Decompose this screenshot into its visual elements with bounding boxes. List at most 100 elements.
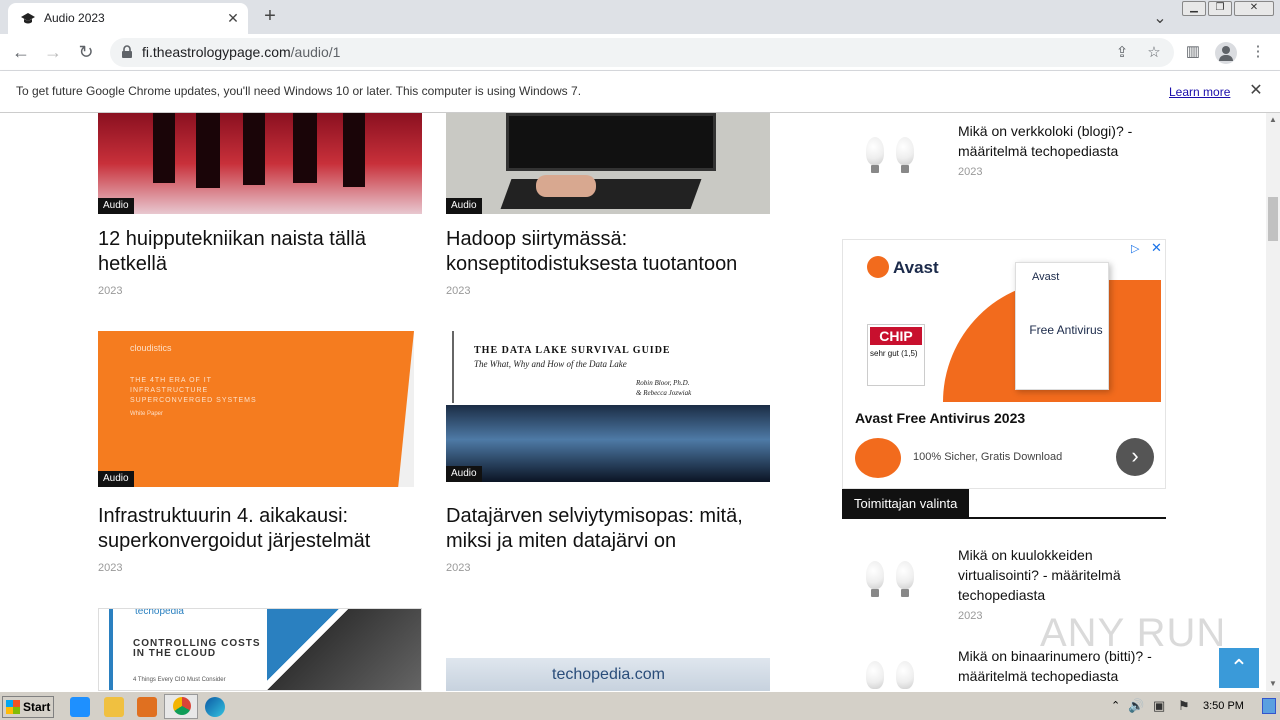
restore-button[interactable]: ❐ [1208, 1, 1232, 16]
article-year-3: 2023 [98, 562, 123, 574]
learn-more-link[interactable]: Learn more [1169, 85, 1230, 99]
start-button[interactable]: Start [2, 696, 54, 718]
address-bar[interactable]: fi.theastrologypage.com/audio/1 ⇪ ☆ [110, 38, 1174, 67]
techopedia-banner-logo: techopedia.com [552, 666, 665, 683]
menu-kebab-icon[interactable]: ⋮ [1248, 42, 1268, 62]
techopedia-small-logo: techopedia [135, 608, 184, 617]
editors-choice-header: Toimittajan valinta [842, 489, 1166, 519]
watermark-text: ANY RUN [1040, 611, 1227, 655]
url-path: /audio/1 [290, 44, 341, 60]
monitor-image [506, 113, 716, 171]
tray-expand-icon[interactable]: ⌃ [1111, 699, 1120, 712]
datalake-author-1: Robin Bloor, Ph.D. [636, 379, 690, 387]
scroll-down-icon[interactable]: ▼ [1269, 679, 1277, 688]
lightbulb-icon [896, 661, 914, 689]
url-text: fi.theastrologypage.com/audio/1 [142, 44, 340, 60]
close-window-button[interactable]: ✕ [1234, 1, 1274, 16]
browser-toolbar: ← → ↻ fi.theastrologypage.com/audio/1 ⇪ … [0, 34, 1280, 71]
infobar-close-icon[interactable]: ✕ [1246, 81, 1266, 101]
taskbar-clock[interactable]: 3:50 PM [1203, 700, 1244, 712]
avast-logo-icon [867, 256, 889, 278]
adchoices-icon[interactable]: ▷ [1131, 242, 1139, 255]
cover-line-3: SUPERCONVERGED SYSTEMS [130, 397, 257, 404]
category-badge[interactable]: Audio [446, 198, 482, 214]
cover-line-2: INFRASTRUCTURE [130, 387, 209, 394]
back-to-top-button[interactable]: ⌃ [1219, 648, 1259, 688]
controlling-title: CONTROLLING COSTS IN THE CLOUD [133, 638, 261, 659]
new-tab-button[interactable]: + [258, 6, 282, 28]
lightbulb-icon [866, 661, 884, 689]
network-icon[interactable]: ▣ [1153, 698, 1165, 714]
article-thumbnail-1[interactable]: Audio [98, 113, 422, 214]
article-year-4: 2023 [446, 562, 471, 574]
datalake-author-2: & Rebecca Jozwiak [636, 389, 692, 397]
ad-title: Avast Free Antivirus 2023 [855, 410, 1026, 426]
section-title: Toimittajan valinta [842, 489, 970, 518]
article-title-2[interactable]: Hadoop siirtymässä: konseptitodistuksest… [446, 227, 776, 277]
side-panel-icon[interactable]: ▥ [1183, 42, 1203, 62]
profile-avatar-icon[interactable] [1215, 42, 1237, 64]
article-title-4[interactable]: Datajärven selviytymisopas: mitä, miksi … [446, 504, 776, 554]
tab-active[interactable]: Audio 2023 ✕ [8, 3, 248, 34]
minimize-button[interactable]: ▁ [1182, 1, 1206, 16]
back-button[interactable]: ← [8, 40, 34, 66]
ad-subtitle: 100% Sicher, Gratis Download [913, 451, 1063, 463]
article-thumbnail-3[interactable]: cloudistics THE 4TH ERA OF IT INFRASTRUC… [98, 331, 414, 487]
category-badge[interactable]: Audio [446, 466, 482, 482]
edge-icon[interactable] [205, 697, 225, 717]
category-badge[interactable]: Audio [98, 198, 134, 214]
show-desktop-icon[interactable] [1262, 698, 1276, 714]
article-thumbnail-5[interactable]: techopedia CONTROLLING COSTS IN THE CLOU… [98, 608, 422, 691]
chip-rating: sehr gut (1,5) [870, 349, 918, 358]
orange-cover [98, 331, 414, 487]
forward-button[interactable]: → [40, 40, 66, 66]
lightbulb-icon [866, 561, 884, 589]
ad-close-icon[interactable]: ✕ [1151, 240, 1162, 256]
article-title-1[interactable]: 12 huipputekniikan naista tällä hetkellä [98, 227, 428, 277]
start-label: Start [23, 700, 51, 714]
graduation-cap-icon [21, 13, 35, 24]
cover-line-4: White Paper [130, 411, 164, 417]
tab-search-chevron-icon[interactable]: ⌄ [1150, 8, 1170, 27]
explorer-folder-icon[interactable] [104, 697, 124, 717]
lock-icon [122, 45, 132, 58]
avast-ad[interactable]: ▷ ✕ Avast Avast Free Antivirus CHIP sehr… [842, 239, 1166, 489]
tab-strip: Audio 2023 ✕ + ⌄ ▁ ❐ ✕ [0, 0, 1280, 34]
article-title-3[interactable]: Infrastruktuurin 4. aikakausi: superkonv… [98, 504, 428, 554]
ie-icon[interactable] [70, 697, 90, 717]
lightbulb-icon [896, 561, 914, 589]
action-center-flag-icon[interactable]: ⚑ [1178, 698, 1190, 714]
article-year-2: 2023 [446, 285, 471, 297]
lightbulb-icon [866, 137, 884, 165]
category-badge[interactable]: Audio [98, 471, 134, 487]
chip-logo: CHIP [870, 327, 922, 345]
article-thumbnail-4[interactable]: THE DATA LAKE SURVIVAL GUIDE The What, W… [446, 331, 770, 482]
share-icon[interactable]: ⇪ [1112, 43, 1132, 63]
volume-icon[interactable]: 🔊 [1128, 698, 1144, 714]
reload-button[interactable]: ↻ [73, 40, 99, 66]
page-scrollbar[interactable]: ▲ ▼ [1266, 113, 1280, 691]
sidebar-top-title[interactable]: Mikä on verkkoloki (blogi)? - määritelmä… [958, 121, 1168, 161]
article-thumbnail-2[interactable]: Audio [446, 113, 770, 214]
chrome-icon [173, 697, 191, 715]
chrome-taskbar-button[interactable] [164, 694, 198, 719]
infobar-message: To get future Google Chrome updates, you… [16, 84, 582, 98]
avast-emblem-icon [855, 438, 901, 478]
article-thumbnail-6[interactable]: techopedia.com [446, 658, 770, 691]
tab-close-icon[interactable]: ✕ [224, 9, 242, 27]
bookmark-star-icon[interactable]: ☆ [1144, 43, 1164, 63]
ad-brand: Avast [893, 258, 939, 277]
article-year-1: 2023 [98, 285, 123, 297]
media-player-icon[interactable] [137, 697, 157, 717]
scroll-up-icon[interactable]: ▲ [1269, 115, 1277, 124]
sidebar-item-year-1: 2023 [958, 610, 983, 622]
datalake-subtitle: The What, Why and How of the Data Lake [474, 359, 627, 369]
datalake-title: THE DATA LAKE SURVIVAL GUIDE [474, 345, 671, 356]
server-room-image [267, 609, 421, 690]
sidebar-item-title-1[interactable]: Mikä on kuulokkeiden virtualisointi? - m… [958, 545, 1168, 605]
tab-title: Audio 2023 [44, 11, 105, 25]
update-infobar: To get future Google Chrome updates, you… [0, 71, 1280, 113]
scrollbar-thumb[interactable] [1268, 197, 1278, 241]
ad-arrow-button[interactable]: › [1116, 438, 1154, 476]
lightbulb-icon [896, 137, 914, 165]
